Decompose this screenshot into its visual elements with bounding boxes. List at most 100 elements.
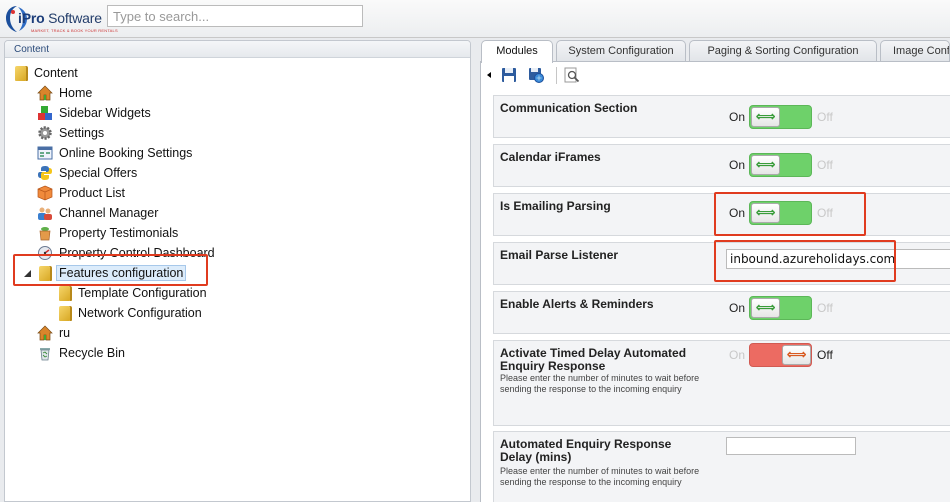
save-icon[interactable] [501,67,517,83]
toggle-off-label: Off [817,301,833,315]
collapse-arrow-icon[interactable] [487,72,491,78]
tree-node-label: Online Booking Settings [59,146,193,160]
tab-system-configuration[interactable]: System Configuration [556,40,686,62]
activate-timed-delay-toggle[interactable]: On ⟺ Off [729,343,833,367]
toolbar-divider [556,67,557,84]
toggle-on-label: On [729,301,746,315]
expand-arrow-icon[interactable] [23,208,33,218]
content-panel-title: Content [5,41,470,58]
users-icon [38,207,52,220]
tree-node-label: Product List [59,186,126,200]
python-icon [38,166,52,180]
highlight-box [714,240,896,282]
ipro-logo[interactable]: iPro Software MARKET, TRACK & BOOK YOUR … [5,4,118,34]
property-row-calendar-iframes: Calendar iFrames On ⟺ Off [493,144,950,187]
top-bar: iPro Software MARKET, TRACK & BOOK YOUR … [0,0,950,38]
arrows-horizontal-icon[interactable]: ⟺ [751,298,780,318]
tree-node-label: Recycle Bin [59,346,125,360]
tree-node-product-list[interactable]: Product List [23,183,127,203]
toolbar [481,62,950,90]
tab-paging-sorting-configuration[interactable]: Paging & Sorting Configuration [689,40,877,62]
tree-node-content[interactable]: Content [13,63,80,83]
folder-icon [59,285,70,301]
toggle-switch[interactable]: ⟺ [749,296,812,320]
arrows-horizontal-icon[interactable]: ⟺ [751,107,780,127]
tab-bar: Modules System Configuration Paging & So… [480,40,950,63]
expand-arrow-icon[interactable] [23,168,33,178]
tree-node-channel-manager[interactable]: Channel Manager [23,203,160,223]
tree-node-label: Settings [59,126,105,140]
package-icon [37,185,53,201]
expand-arrow-icon[interactable] [23,128,33,138]
preview-icon[interactable] [564,67,580,83]
tree-node-settings[interactable]: Settings [23,123,106,143]
toggle-on-label: On [729,110,746,124]
pot-icon [39,227,51,241]
toggle-switch[interactable]: ⟺ [749,153,812,177]
logo-text: iPro Software [18,10,102,26]
properties-panel: Communication Section On ⟺ Off Calendar … [480,61,950,502]
tree-node-template-configuration[interactable]: Template Configuration [57,283,209,303]
widgets-icon [38,106,52,120]
property-row-activate-timed-delay: Activate Timed Delay Automated Enquiry R… [493,340,950,426]
arrows-horizontal-icon[interactable]: ⟺ [782,345,811,365]
expand-arrow-icon[interactable] [23,348,33,358]
property-row-enable-alerts-reminders: Enable Alerts & Reminders On ⟺ Off [493,291,950,334]
calendar-iframes-toggle[interactable]: On ⟺ Off [729,153,833,177]
property-label: Email Parse Listener [500,248,619,262]
property-row-automated-enquiry-delay: Automated Enquiry Response Delay (mins) … [493,431,950,502]
tree-node-label: Property Testimonials [59,226,179,240]
tree-node-ru[interactable]: ru [23,323,72,343]
folder-icon [59,305,70,321]
tree-node-property-testimonials[interactable]: Property Testimonials [23,223,180,243]
tab-image-configuration[interactable]: Image Conf [880,40,950,62]
property-label: Enable Alerts & Reminders [500,297,654,311]
expand-arrow-icon[interactable] [23,88,33,98]
tree-node-label: Channel Manager [59,206,159,220]
expand-arrow-icon[interactable] [23,108,33,118]
toggle-off-label: Off [817,110,833,124]
toggle-off-label: Off [817,348,833,362]
gear-icon [38,126,52,140]
property-label: Calendar iFrames [500,150,601,164]
tree-node-label: Content [34,66,78,80]
property-help-text: Please enter the number of minutes to wa… [500,466,700,487]
property-row-communication-section: Communication Section On ⟺ Off [493,95,950,138]
arrows-horizontal-icon[interactable]: ⟺ [751,155,780,175]
folder-icon [15,65,26,81]
tree-node-network-configuration[interactable]: Network Configuration [57,303,204,323]
search-input[interactable] [107,5,363,27]
tree-node-home[interactable]: Home [23,83,94,103]
home-icon [37,85,53,101]
communication-section-toggle[interactable]: On ⟺ Off [729,105,833,129]
save-publish-icon[interactable] [528,67,544,83]
content-tree-panel: Content Content Home Sidebar Widgets Set… [4,40,471,502]
logo-tagline: MARKET, TRACK & BOOK YOUR RENTALS [31,28,118,33]
toggle-switch[interactable]: ⟺ [749,343,812,367]
expand-arrow-icon[interactable] [23,228,33,238]
tree-node-label: Special Offers [59,166,138,180]
highlight-box [714,192,866,236]
tree-node-online-booking-settings[interactable]: Online Booking Settings [23,143,194,163]
enable-alerts-reminders-toggle[interactable]: On ⟺ Off [729,296,833,320]
booking-icon [37,146,53,160]
recycle-bin-icon [40,348,50,361]
tree-node-recycle-bin[interactable]: Recycle Bin [23,343,127,363]
tree-node-label: Network Configuration [78,306,202,320]
tab-modules[interactable]: Modules [481,40,553,63]
expand-arrow-icon[interactable] [23,328,33,338]
tree-node-sidebar-widgets[interactable]: Sidebar Widgets [23,103,153,123]
tree-node-label: Template Configuration [78,286,207,300]
property-help-text: Please enter the number of minutes to wa… [500,373,700,394]
highlight-box [13,254,208,286]
tree-node-label: ru [59,326,71,340]
expand-arrow-icon[interactable] [23,148,33,158]
automated-enquiry-delay-input[interactable] [726,437,856,455]
toggle-switch[interactable]: ⟺ [749,105,812,129]
tree-node-label: Sidebar Widgets [59,106,151,120]
property-label: Communication Section [500,101,638,115]
toggle-on-label: On [729,348,746,362]
tree-node-special-offers[interactable]: Special Offers [23,163,139,183]
expand-arrow-icon[interactable] [23,188,33,198]
toggle-on-label: On [729,158,746,172]
